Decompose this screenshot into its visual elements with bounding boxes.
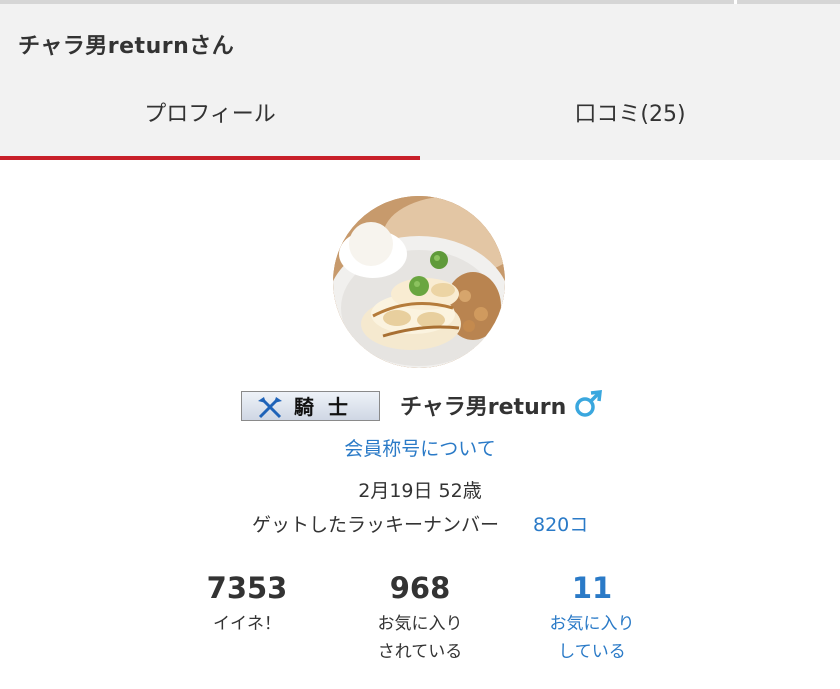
favorites-label-line2[interactable]: している (512, 638, 672, 666)
stat-favorited-by: 968 お気に入り されている (340, 570, 500, 666)
tab-profile[interactable]: プロフィール (0, 86, 420, 160)
stat-likes: 7353 イイネ！ (167, 570, 327, 638)
member-rank-info-link[interactable]: 会員称号について (0, 434, 840, 461)
tab-reviews[interactable]: 口コミ(25) (420, 86, 840, 160)
member-rank-badge: 騎士 (241, 391, 380, 421)
favorites-label-line1[interactable]: お気に入り (512, 610, 672, 638)
username: チャラ男return (400, 395, 567, 420)
tab-reviews-label: 口コミ(25) (574, 102, 686, 127)
crossed-axes-icon (258, 397, 282, 419)
badge-label: 騎士 (294, 395, 362, 419)
likes-count: 7353 (206, 571, 288, 605)
page-title: チャラ男returnさん (18, 34, 235, 59)
favorited-by-label-line1: お気に入り (377, 614, 463, 634)
lucky-number-count-link[interactable]: 820コ (533, 510, 588, 537)
favorites-count[interactable]: 11 (512, 570, 672, 606)
favorited-by-label-line2: されている (377, 642, 463, 662)
active-tab-indicator (0, 156, 420, 160)
tab-profile-label: プロフィール (144, 102, 276, 127)
likes-label: イイネ！ (213, 614, 281, 634)
stat-favorites-link[interactable]: 11 お気に入り している (512, 570, 672, 666)
favorited-by-label: お気に入り されている (340, 610, 500, 666)
favorited-by-count: 968 (389, 571, 451, 605)
male-symbol-icon (575, 390, 602, 417)
lucky-number-label: ゲットしたラッキーナンバー (252, 514, 500, 536)
favorites-label[interactable]: お気に入り している (512, 610, 672, 666)
birthday-age: 2月19日 52歳 (358, 480, 482, 502)
avatar-image (333, 196, 505, 368)
pancake-photo-avatar[interactable] (333, 196, 505, 368)
profile-header: チャラ男returnさん プロフィール 口コミ(25) (0, 4, 840, 160)
